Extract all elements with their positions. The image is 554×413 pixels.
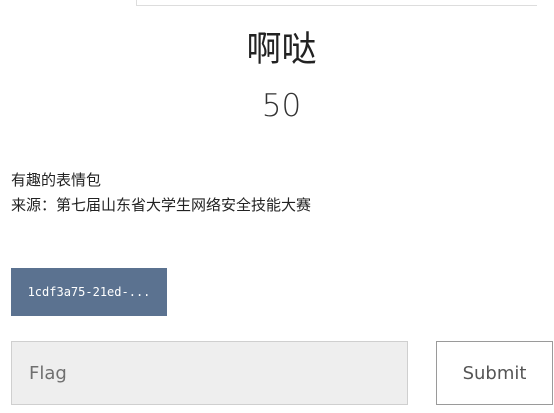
challenge-description: 有趣的表情包 来源：第七届山东省大学生网络安全技能大赛 bbox=[11, 168, 311, 218]
flag-input[interactable] bbox=[11, 341, 408, 405]
description-line: 有趣的表情包 bbox=[11, 171, 102, 189]
tab-strip bbox=[0, 0, 554, 6]
challenge-value: 50 bbox=[261, 88, 302, 124]
tab-divider bbox=[137, 5, 537, 6]
challenge-title: 啊哒 bbox=[246, 30, 317, 70]
description-source: 来源：第七届山东省大学生网络安全技能大赛 bbox=[11, 196, 312, 214]
attachment-download-button[interactable]: 1cdf3a75-21ed-... bbox=[11, 268, 167, 316]
tab-challenge[interactable] bbox=[0, 0, 137, 6]
submit-button[interactable]: Submit bbox=[436, 341, 553, 405]
